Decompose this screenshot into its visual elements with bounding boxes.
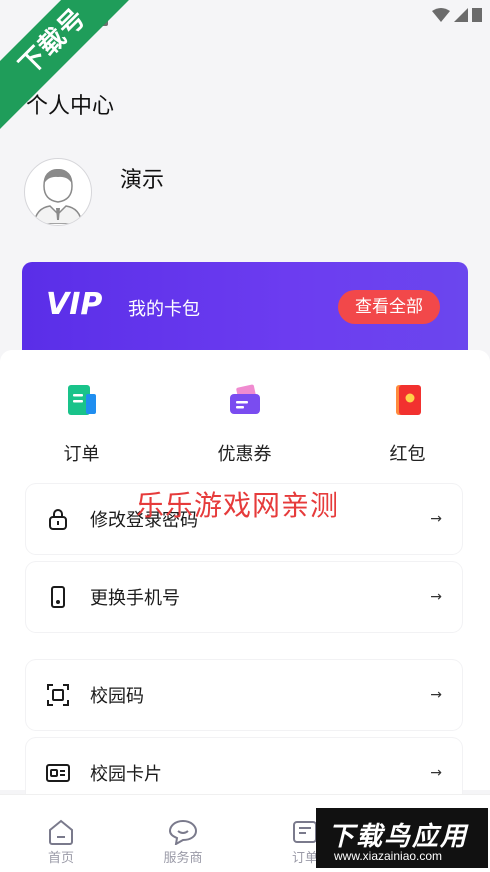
arrow-right-icon: → (430, 511, 442, 527)
arrow-right-icon: → (430, 765, 442, 781)
tab-label: 服务商 (163, 851, 203, 866)
user-name: 演示 (120, 168, 165, 193)
id-card-icon (46, 764, 70, 782)
avatar-person-icon (33, 168, 83, 224)
wifi-icon (432, 8, 450, 22)
svg-text:VIP: VIP (46, 288, 102, 318)
order-tab-icon (293, 821, 317, 843)
tab-home[interactable]: 首页 (0, 795, 122, 872)
coupon-icon (229, 384, 260, 414)
menu-item-label: 更换手机号 (90, 588, 180, 609)
brand-watermark: 下载鸟应用 www.xiazainiao.com (316, 808, 488, 868)
tab-service-providers[interactable]: 服务商 (122, 795, 244, 872)
brand-title: 下载鸟应用 (328, 822, 469, 852)
menu-item-label: 校园卡片 (90, 764, 162, 785)
tab-label: 首页 (47, 851, 74, 866)
menu-item-campus-code[interactable]: 校园码 → (26, 660, 462, 730)
quick-action-orders[interactable]: 订单 (0, 382, 163, 466)
page-title: 个人中心 (26, 94, 115, 119)
phone-icon (51, 586, 65, 608)
order-icon (67, 385, 96, 415)
quick-action-coupons[interactable]: 优惠券 (163, 382, 326, 466)
quick-action-label: 订单 (63, 444, 100, 465)
menu-item-label: 校园码 (90, 686, 144, 707)
lock-icon (49, 509, 67, 530)
brand-url: www.xiazainiao.com (334, 849, 443, 863)
signal-icon (454, 8, 468, 22)
vip-title: 我的卡包 (128, 299, 200, 320)
watermark: 乐乐游戏网亲测 (136, 489, 340, 522)
scan-icon (47, 684, 69, 706)
status-icons (432, 8, 482, 22)
view-all-button[interactable]: 查看全部 (338, 290, 440, 324)
quick-action-red-envelopes[interactable]: 红包 (326, 382, 489, 466)
home-icon (49, 819, 73, 845)
vip-logo: VIP (46, 288, 102, 318)
arrow-right-icon: → (430, 687, 442, 703)
menu-item-change-phone[interactable]: 更换手机号 → (26, 562, 462, 632)
quick-action-label: 优惠券 (217, 444, 272, 465)
battery-icon (472, 8, 482, 22)
quick-action-label: 红包 (389, 444, 426, 465)
arrow-right-icon: → (430, 589, 442, 605)
vip-card[interactable]: VIP 我的卡包 查看全部 (22, 262, 468, 354)
profile-section[interactable]: 演示 (24, 158, 164, 226)
avatar[interactable] (24, 158, 92, 226)
tab-label: 订单 (291, 851, 318, 866)
red-envelope-icon (395, 385, 421, 415)
chat-icon (168, 819, 198, 845)
quick-actions: 订单 优惠券 红包 (0, 382, 490, 466)
